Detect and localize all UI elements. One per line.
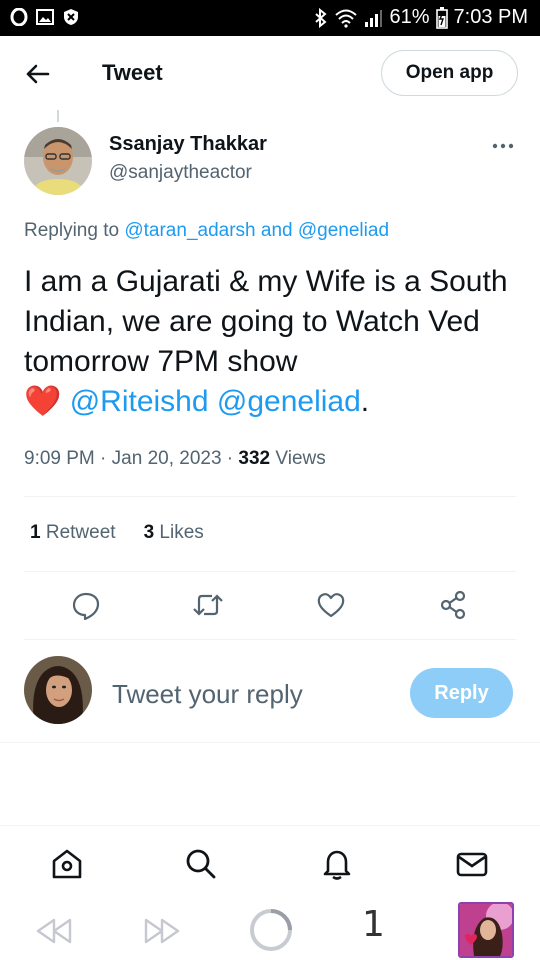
page-title: Tweet (102, 60, 163, 85)
browser-forward-icon[interactable] (142, 916, 182, 946)
heart-emoji: ❤️ (24, 385, 62, 418)
likes-label: Likes (159, 522, 204, 543)
author-name[interactable]: Ssanjay Thakkar (109, 133, 267, 156)
image-icon (36, 8, 54, 26)
author-handle[interactable]: @sanjaytheactor (109, 162, 252, 184)
more-options-icon[interactable] (488, 134, 518, 158)
likes-count: 3 (143, 522, 155, 543)
browser-back-icon[interactable] (34, 916, 74, 946)
replying-to: Replying to @taran_adarsh and @geneliad (24, 220, 389, 242)
reply-button[interactable]: Reply (410, 668, 513, 718)
replying-prefix: Replying to (24, 220, 120, 241)
divider (24, 571, 516, 572)
status-bar-system: 61% 7:03 PM (313, 6, 528, 29)
profile-thumbnail[interactable] (458, 902, 514, 958)
status-bar-notifications (10, 8, 80, 26)
reply-input[interactable] (112, 674, 392, 714)
views-label: Views (275, 448, 326, 469)
open-app-button[interactable]: Open app (381, 50, 518, 96)
tweet-time[interactable]: 9:09 PM (24, 448, 95, 469)
bluetooth-icon (313, 7, 329, 28)
thread-connector-line (57, 110, 59, 122)
mention-link[interactable]: @geneliad (217, 385, 361, 418)
share-icon[interactable] (434, 586, 472, 624)
divider (24, 496, 516, 497)
views-count: 332 (238, 448, 271, 469)
like-heart-icon[interactable] (312, 586, 350, 624)
tweet-meta: 9:09 PM · Jan 20, 2023 · 332 Views (24, 448, 326, 469)
battery-icon (435, 6, 448, 29)
author-avatar[interactable] (24, 127, 92, 195)
battery-percent: 61% (389, 6, 430, 28)
signal-icon (363, 8, 383, 28)
browser-nav-bar: 1 (0, 900, 540, 960)
tweet-text-end: . (360, 385, 370, 418)
messages-mail-icon[interactable] (452, 844, 492, 884)
tweet-stats: 1 Retweet 3 Likes (30, 522, 204, 544)
home-icon[interactable] (47, 844, 87, 884)
replying-user-link[interactable]: @taran_adarsh (124, 220, 255, 241)
reply-icon[interactable] (67, 586, 105, 624)
user-avatar[interactable] (24, 656, 92, 724)
search-icon[interactable] (181, 844, 221, 884)
bottom-tab-bar (0, 825, 540, 900)
retweet-icon[interactable] (189, 586, 227, 624)
app-header: Tweet Open app (0, 36, 540, 112)
notifications-bell-icon[interactable] (317, 844, 357, 884)
mention-link[interactable]: @Riteishd (70, 385, 209, 418)
tweet-actions (0, 586, 540, 624)
replying-user-link[interactable]: @geneliad (298, 220, 389, 241)
retweets-label: Retweet (45, 522, 116, 543)
opera-icon (10, 8, 28, 26)
retweets-count: 1 (30, 522, 41, 543)
back-arrow-icon[interactable] (22, 58, 54, 90)
tweet-date[interactable]: Jan 20, 2023 (112, 448, 222, 469)
status-bar: 61% 7:03 PM (0, 0, 540, 36)
tab-count[interactable]: 1 (362, 904, 385, 945)
retweets-stat[interactable]: 1 Retweet (30, 522, 116, 544)
replying-and: and (260, 220, 293, 241)
wifi-icon (335, 8, 358, 28)
likes-stat[interactable]: 3 Likes (144, 522, 204, 544)
divider (0, 742, 540, 743)
tweet-text: I am a Gujarati & my Wife is a South Ind… (24, 265, 508, 378)
shield-icon (62, 8, 80, 26)
divider (24, 639, 516, 640)
clock: 7:03 PM (453, 6, 528, 28)
tweet-body: I am a Gujarati & my Wife is a South Ind… (24, 262, 524, 422)
loading-spinner-icon[interactable] (247, 906, 295, 954)
